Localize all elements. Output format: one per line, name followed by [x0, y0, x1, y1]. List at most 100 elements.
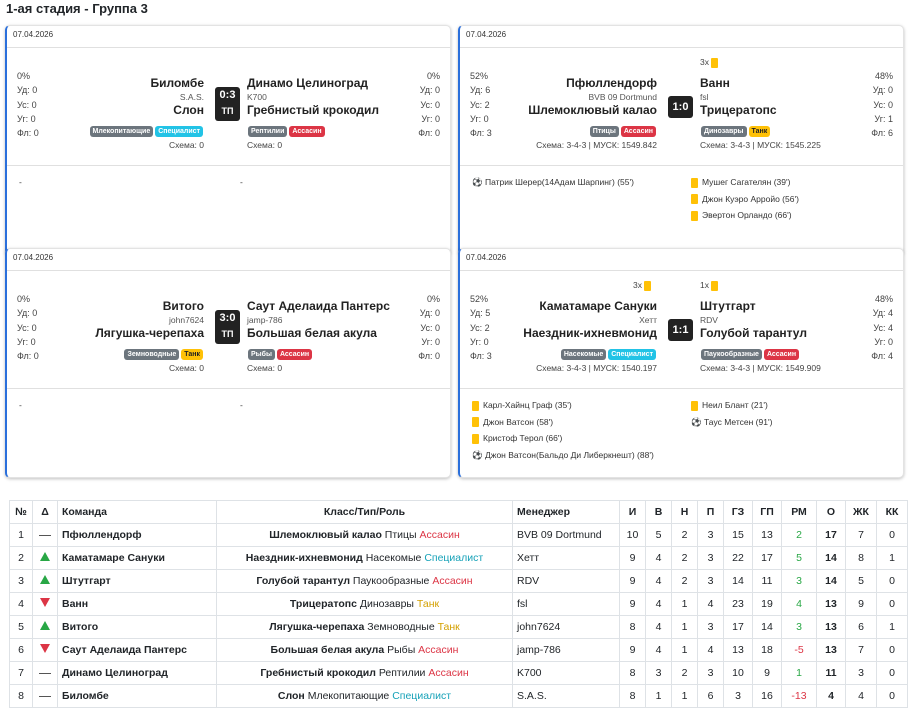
home-events: -: [19, 174, 22, 191]
row-games: 9: [619, 546, 646, 570]
col-gf[interactable]: ГЗ: [723, 500, 753, 524]
col-yellow[interactable]: ЖК: [845, 500, 877, 524]
row-gf: 17: [723, 615, 753, 639]
yellow-card-icon: [472, 417, 479, 428]
away-team-name[interactable]: Штутгарт: [700, 299, 821, 314]
event-row: ⚽ Таус Метсен (91'): [691, 414, 772, 431]
yellow-card-icon: [691, 177, 698, 188]
home-team-name[interactable]: Каматамаре Сануки: [523, 299, 657, 314]
class-type: Млекопитающие: [307, 690, 390, 702]
home-team-name[interactable]: Пфюллендорф: [528, 76, 657, 91]
home-manager[interactable]: S.A.S.: [89, 91, 204, 103]
row-manager[interactable]: RDV: [512, 569, 620, 593]
row-losses: 3: [697, 615, 724, 639]
divider: [7, 165, 450, 166]
class-name: Лягушка-черепаха: [269, 621, 365, 633]
row-team[interactable]: Витого: [57, 615, 217, 639]
table-row[interactable]: 2 Каматамаре Сануки Наездник-ихневмонид На…: [9, 546, 908, 570]
table-row[interactable]: 7 Динамо Целиноград Гребнистый крокодил Ре…: [9, 661, 908, 685]
match-card[interactable]: 07.04.2026 52% Уд: 6 Ус: 2 Уг: 0 Фл: 3 Пфюллен…: [458, 25, 904, 255]
score-box: 1:1: [668, 319, 693, 341]
score-value: 0:3: [219, 89, 236, 101]
away-manager[interactable]: RDV: [700, 314, 821, 326]
col-ga[interactable]: ГП: [752, 500, 782, 524]
yellow-card-icon: [472, 400, 479, 411]
col-wins[interactable]: В: [645, 500, 672, 524]
row-ga: 11: [752, 569, 782, 593]
table-row[interactable]: 1 Пфюллендорф Шлемоклювый калао Птицы Асса…: [9, 523, 908, 547]
home-team: Витого john7624 Лягушка-черепаха Земноводны…: [95, 299, 204, 373]
stat-value: 0%: [17, 294, 31, 304]
trend-up-icon: [40, 552, 50, 561]
col-points[interactable]: О: [816, 500, 846, 524]
trend-cell: [32, 684, 58, 708]
match-card[interactable]: 07.04.2026 0% Уд: 0 Ус: 0 Уг: 0 Фл: 0 Биломбе S…: [5, 25, 451, 255]
divider: [460, 47, 903, 48]
row-manager[interactable]: BVB 09 Dortmund: [512, 523, 620, 547]
col-trend[interactable]: Δ: [32, 500, 58, 524]
stat-value: Фл: 4: [871, 351, 893, 362]
badge: Млекопитающие: [89, 126, 154, 137]
yellow-card-icon: [691, 210, 698, 221]
home-team-name[interactable]: Биломбе: [89, 76, 204, 91]
away-team-name[interactable]: Динамо Целиноград: [247, 76, 379, 91]
class-type: Динозавры: [359, 598, 414, 610]
home-manager[interactable]: BVB 09 Dortmund: [528, 91, 657, 103]
row-games: 9: [619, 592, 646, 616]
table-row[interactable]: 3 Штутгарт Голубой тарантул Паукообразные …: [9, 569, 908, 593]
col-pos[interactable]: №: [9, 500, 33, 524]
row-manager[interactable]: jamp-786: [512, 638, 620, 662]
row-manager[interactable]: S.A.S.: [512, 684, 620, 708]
table-row[interactable]: 4 Ванн Трицератопс Динозавры Танк fsl 9 4 1 4 23…: [9, 592, 908, 616]
table-row[interactable]: 5 Витого Лягушка-черепаха Земноводные Танк…: [9, 615, 908, 639]
cards-count-text: 3x: [633, 280, 642, 290]
away-manager[interactable]: jamp-786: [247, 314, 390, 326]
home-manager[interactable]: john7624: [95, 314, 204, 326]
row-team[interactable]: Динамо Целиноград: [57, 661, 217, 685]
col-gd[interactable]: РМ: [781, 500, 817, 524]
row-team[interactable]: Саут Аделаида Пантерс: [57, 638, 217, 662]
row-manager[interactable]: K700: [512, 661, 620, 685]
away-manager[interactable]: K700: [247, 91, 379, 103]
row-team[interactable]: Ванн: [57, 592, 217, 616]
col-draws[interactable]: Н: [671, 500, 698, 524]
row-team[interactable]: Биломбе: [57, 684, 217, 708]
match-card[interactable]: 07.04.2026 0% Уд: 0 Ус: 0 Уг: 0 Фл: 0 Витого jo…: [5, 248, 451, 478]
class-role: Танк: [437, 621, 460, 633]
row-class: Гребнистый крокодил Рептилии Ассасин: [216, 661, 513, 685]
row-team[interactable]: Пфюллендорф: [57, 523, 217, 547]
table-row[interactable]: 8 Биломбе Слон Млекопитающие Специалист S.A…: [9, 684, 908, 708]
divider: [7, 388, 450, 389]
away-manager[interactable]: fsl: [700, 91, 821, 103]
away-team: Штутгарт RDV Голубой тарантул Паукообразные…: [700, 299, 821, 373]
away-team-name[interactable]: Саут Аделаида Пантерс: [247, 299, 390, 314]
stat-value: Уд: 0: [419, 308, 440, 319]
row-team[interactable]: Каматамаре Сануки: [57, 546, 217, 570]
match-card[interactable]: 07.04.2026 52% Уд: 5 Ус: 2 Уг: 0 Фл: 3 3x Камат…: [458, 248, 904, 478]
badge: Рептилии: [248, 126, 288, 137]
home-manager[interactable]: Хетт: [523, 314, 657, 326]
away-events: Неил Блант (21') ⚽ Таус Метсен (91'): [691, 397, 772, 430]
col-red[interactable]: КК: [876, 500, 908, 524]
col-manager[interactable]: Менеджер: [512, 500, 620, 524]
away-team-name[interactable]: Ванн: [700, 76, 821, 91]
home-team-class: Наездник-ихневмонид: [523, 326, 657, 340]
col-class[interactable]: Класс/Тип/Роль: [216, 500, 513, 524]
row-manager[interactable]: john7624: [512, 615, 620, 639]
row-manager[interactable]: Хетт: [512, 546, 620, 570]
table-row[interactable]: 6 Саут Аделаида Пантерс Большая белая акул…: [9, 638, 908, 662]
row-gf: 22: [723, 546, 753, 570]
row-manager[interactable]: fsl: [512, 592, 620, 616]
row-team[interactable]: Штутгарт: [57, 569, 217, 593]
stat-value: Уг: 1: [874, 113, 893, 124]
stat-value: Фл: 3: [470, 128, 492, 139]
home-team-name[interactable]: Витого: [95, 299, 204, 314]
score-note: ТП: [221, 329, 234, 339]
row-gf: 10: [723, 661, 753, 685]
row-gf: 15: [723, 523, 753, 547]
col-losses[interactable]: П: [697, 500, 724, 524]
event-text: Карл-Хайнц Граф (35'): [483, 400, 572, 410]
row-wins: 4: [645, 569, 672, 593]
col-games[interactable]: И: [619, 500, 646, 524]
col-team[interactable]: Команда: [57, 500, 217, 524]
